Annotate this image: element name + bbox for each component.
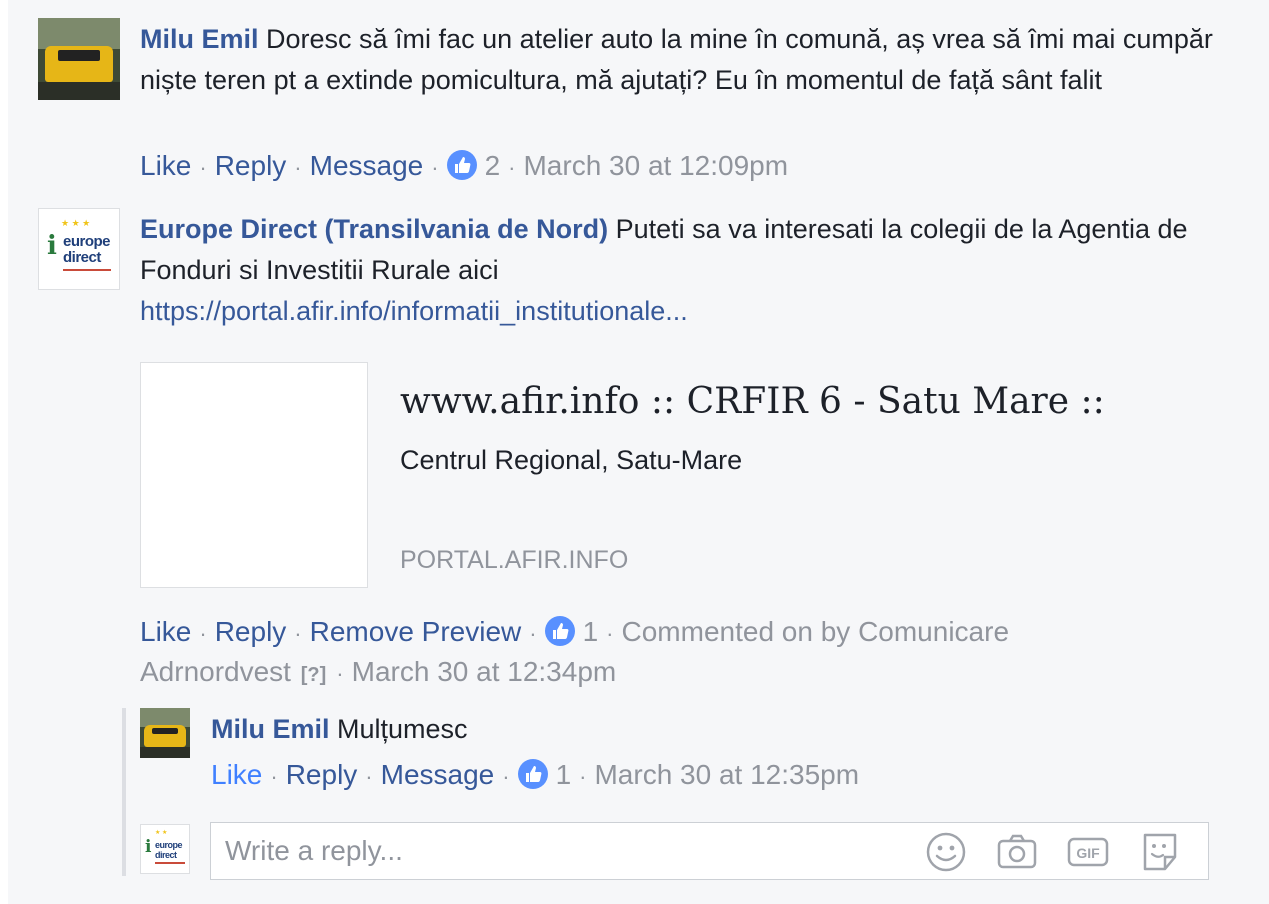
commented-by-prefix: Commented on by Comunicare	[621, 616, 1010, 647]
svg-text:GIF: GIF	[1076, 845, 1100, 861]
comment-body: Europe Direct (Transilvania de Nord) Put…	[140, 209, 1230, 332]
comment-actions: Like · Reply · Remove Preview · 1 · Commented on…	[140, 616, 1010, 647]
gif-icon[interactable]: GIF	[1067, 831, 1109, 873]
message-link[interactable]: Message	[310, 150, 424, 181]
emoji-icon[interactable]	[925, 831, 967, 873]
timestamp[interactable]: March 30 at 12:34pm	[352, 656, 617, 687]
remove-preview-link[interactable]: Remove Preview	[310, 616, 522, 647]
like-link[interactable]: Like	[140, 616, 191, 647]
reply-author[interactable]: Milu Emil	[211, 714, 330, 744]
camera-icon[interactable]	[996, 831, 1038, 873]
preview-domain: PORTAL.AFIR.INFO	[400, 546, 629, 574]
like-reaction-icon[interactable]	[517, 759, 548, 789]
reply-body: Milu Emil Mulțumesc	[211, 709, 468, 750]
reply-thread-line	[122, 708, 126, 876]
reply-actions: Like · Reply · Message · 1 · March 30 at 12:35pm	[211, 759, 860, 790]
comment-body: Milu Emil Doresc să îmi fac un atelier a…	[140, 19, 1230, 101]
logo-text-direct: direct	[63, 249, 101, 266]
logo-text-europe: europe	[63, 233, 111, 250]
reply-link[interactable]: Reply	[215, 616, 287, 647]
timestamp[interactable]: March 30 at 12:35pm	[594, 759, 859, 790]
like-count: 1	[555, 759, 572, 790]
reply-link[interactable]: Reply	[286, 759, 358, 790]
help-icon[interactable]: [?]	[299, 655, 329, 695]
timestamp[interactable]: March 30 at 12:09pm	[523, 150, 788, 181]
like-reaction-icon[interactable]	[446, 150, 477, 180]
message-link[interactable]: Message	[381, 759, 495, 790]
comment-actions: Like · Reply · Message · 2 · March 30 at 12:09pm	[140, 150, 789, 181]
logo-text-direct: direct	[155, 850, 177, 860]
like-link[interactable]: Like	[140, 150, 191, 181]
comment-meta-line: Adrnordvest [?] · March 30 at 12:34pm	[140, 652, 616, 695]
comment-text: Doresc să îmi fac un atelier auto la min…	[140, 24, 1213, 95]
comments-panel: Milu Emil Doresc să îmi fac un atelier a…	[8, 0, 1269, 904]
avatar-milu-emil[interactable]	[140, 708, 190, 758]
reply-composer[interactable]: GIF	[210, 822, 1209, 880]
like-count: 1	[582, 616, 599, 647]
link-preview[interactable]: www.afir.info :: CRFIR 6 - Satu Mare :: …	[140, 362, 1140, 588]
logo-text-europe: europe	[155, 840, 183, 850]
avatar-milu-emil[interactable]	[38, 18, 120, 100]
reply-input[interactable]	[225, 823, 905, 879]
preview-description: Centrul Regional, Satu-Mare	[400, 445, 743, 475]
like-reaction-icon[interactable]	[544, 616, 575, 646]
comment-author[interactable]: Milu Emil	[140, 24, 259, 54]
commented-by-name: Adrnordvest	[140, 656, 291, 687]
preview-image[interactable]	[140, 362, 368, 588]
reply-link[interactable]: Reply	[215, 150, 287, 181]
comment-link[interactable]: https://portal.afir.info/informatii_inst…	[140, 296, 688, 326]
composer-avatar: ★ ★ i europe direct	[140, 824, 190, 874]
comment-author[interactable]: Europe Direct (Transilvania de Nord)	[140, 214, 608, 244]
reply-text: Mulțumesc	[329, 714, 468, 744]
like-count: 2	[484, 150, 501, 181]
avatar-europe-direct[interactable]: ★ ★ ★ i europe direct	[38, 208, 120, 290]
like-link[interactable]: Like	[211, 759, 262, 790]
preview-title[interactable]: www.afir.info :: CRFIR 6 - Satu Mare ::	[400, 380, 1105, 424]
sticker-icon[interactable]	[1139, 831, 1181, 873]
